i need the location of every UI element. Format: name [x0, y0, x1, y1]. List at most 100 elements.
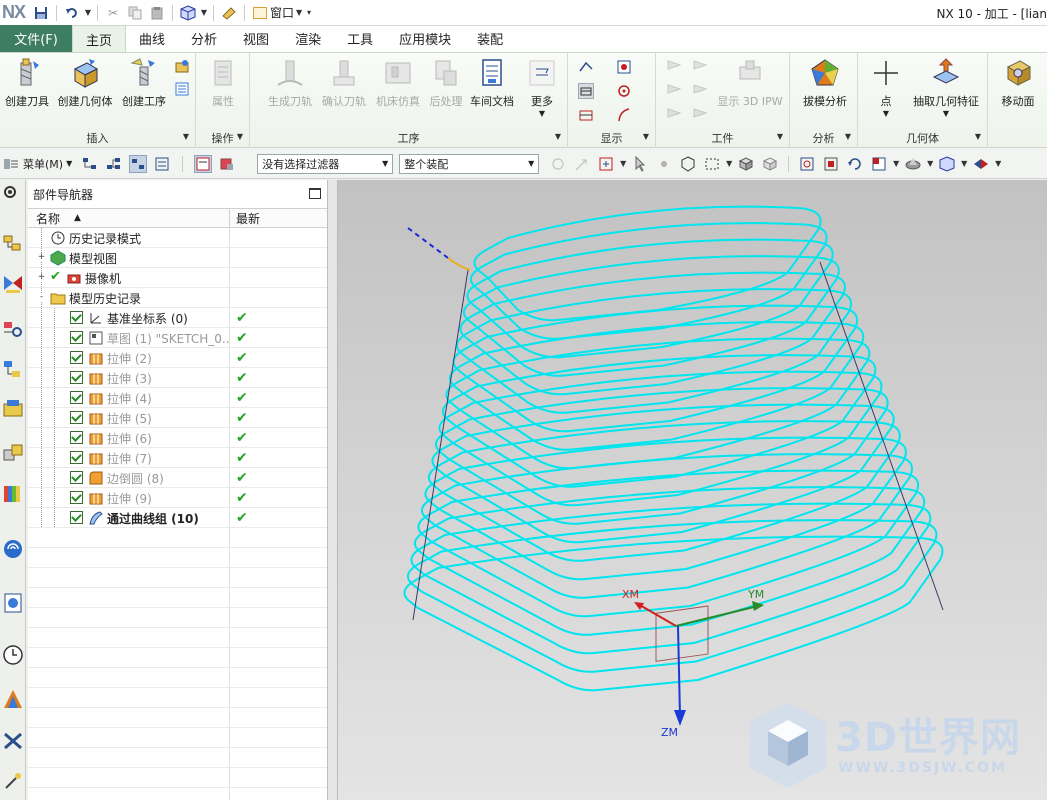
- view-dropdown-icon[interactable]: ▼: [199, 8, 209, 17]
- filter-feature-icon[interactable]: [194, 154, 213, 173]
- move-face-button[interactable]: 移动面: [996, 57, 1040, 109]
- copy-icon[interactable]: [124, 2, 146, 24]
- visibility-checkbox[interactable]: [70, 411, 83, 424]
- rect-select-dropdown-icon[interactable]: ▼: [724, 159, 734, 168]
- hexagon-icon[interactable]: [679, 155, 697, 173]
- create-tool-button[interactable]: 创建刀具: [2, 57, 52, 109]
- manufacturing-wizard-icon[interactable]: [2, 770, 24, 792]
- save-icon[interactable]: [30, 2, 52, 24]
- generate-toolpath-button[interactable]: 生成刀轨: [264, 57, 316, 109]
- rect-select-icon[interactable]: [703, 155, 721, 173]
- cube-display-dropdown-icon[interactable]: ▼: [959, 159, 969, 168]
- create-method-icon[interactable]: [174, 59, 190, 75]
- display-view-icon[interactable]: [616, 59, 632, 75]
- machine-simulation-button[interactable]: 机床仿真: [372, 57, 424, 109]
- maximize-icon[interactable]: [309, 188, 321, 199]
- show-3d-ipw-button[interactable]: 显示 3D IPW: [716, 57, 784, 109]
- tree-branch-icon[interactable]: [105, 155, 123, 173]
- visibility-checkbox[interactable]: [70, 391, 83, 404]
- tree-list-icon[interactable]: [153, 155, 171, 173]
- display-toolpath-icon[interactable]: [578, 59, 594, 75]
- tree-row[interactable]: 拉伸 (7) ✔: [28, 448, 327, 468]
- workpiece-flag5-icon[interactable]: [666, 107, 682, 123]
- tree-row[interactable]: - 模型历史记录: [28, 288, 327, 308]
- render-style-dropdown-icon[interactable]: ▼: [925, 159, 935, 168]
- tree-selected-icon[interactable]: [129, 154, 148, 173]
- tree-row[interactable]: 拉伸 (5) ✔: [28, 408, 327, 428]
- visibility-checkbox[interactable]: [70, 511, 83, 524]
- process-group-expand-icon[interactable]: ▼: [555, 132, 561, 141]
- splitter[interactable]: [328, 180, 338, 800]
- tree-view-icon[interactable]: [81, 155, 99, 173]
- visibility-checkbox[interactable]: [70, 431, 83, 444]
- window-menu[interactable]: 窗口 ▼: [253, 4, 304, 21]
- extract-geometry-button[interactable]: 抽取几何特征 ▼: [908, 57, 984, 118]
- tree-row[interactable]: 拉伸 (4) ✔: [28, 388, 327, 408]
- draft-analysis-button[interactable]: 拔模分析: [796, 57, 854, 109]
- menu-dropdown-icon[interactable]: ▼: [66, 159, 72, 168]
- customize-quick-access-icon[interactable]: ▾: [304, 8, 314, 17]
- create-program-icon[interactable]: [174, 81, 190, 97]
- geometry-group-expand-icon[interactable]: ▼: [975, 132, 981, 141]
- tab-render[interactable]: 渲染: [282, 25, 334, 52]
- tab-tools[interactable]: 工具: [334, 25, 386, 52]
- expand-icon[interactable]: +: [37, 253, 46, 262]
- operation-navigator-icon[interactable]: [2, 232, 24, 254]
- render-style-icon[interactable]: [904, 155, 922, 173]
- properties-button[interactable]: 属性: [200, 57, 246, 109]
- insert-group-expand-icon[interactable]: ▼: [183, 132, 189, 141]
- tab-application[interactable]: 应用模块: [386, 25, 464, 52]
- history-palette-icon[interactable]: [2, 592, 24, 614]
- hd3d-tools-icon[interactable]: [2, 442, 24, 464]
- more-button[interactable]: 更多 ▼: [522, 57, 562, 118]
- assembly-navigator-icon[interactable]: [2, 358, 24, 380]
- collapse-icon[interactable]: -: [37, 293, 46, 302]
- show-hide-icon[interactable]: [972, 155, 990, 173]
- tree-row[interactable]: 拉伸 (2) ✔: [28, 348, 327, 368]
- tab-curve[interactable]: 曲线: [126, 25, 178, 52]
- clock-icon[interactable]: [2, 644, 24, 666]
- tree-row[interactable]: 基准坐标系 (0) ✔: [28, 308, 327, 328]
- select-box-dropdown-icon[interactable]: ▼: [618, 159, 628, 168]
- workpiece-flag2-icon[interactable]: [692, 59, 708, 75]
- visibility-checkbox[interactable]: [70, 311, 83, 324]
- tree-row[interactable]: 拉伸 (6) ✔: [28, 428, 327, 448]
- menu-button[interactable]: 菜单(M): [23, 156, 63, 172]
- tab-view[interactable]: 视图: [230, 25, 282, 52]
- solid-icon[interactable]: [761, 155, 779, 173]
- settings-icon[interactable]: [2, 184, 24, 206]
- roles-library-icon[interactable]: [2, 482, 24, 504]
- paste-icon[interactable]: [146, 2, 168, 24]
- operation-group-expand-icon[interactable]: ▼: [237, 132, 243, 141]
- visibility-checkbox[interactable]: [70, 451, 83, 464]
- cursor-icon[interactable]: [631, 155, 649, 173]
- cube-display-icon[interactable]: [938, 155, 956, 173]
- assembly-scope-select[interactable]: 整个装配 ▼: [399, 153, 540, 174]
- tab-assembly[interactable]: 装配: [464, 25, 516, 52]
- tree-row[interactable]: 边倒圆 (8) ✔: [28, 468, 327, 488]
- workpiece-flag6-icon[interactable]: [692, 107, 708, 123]
- process-studio-icon[interactable]: [2, 730, 24, 752]
- reuse-library-icon[interactable]: [2, 398, 24, 420]
- postprocess-button[interactable]: 后处理: [424, 57, 468, 109]
- tab-home[interactable]: 主页: [72, 25, 127, 52]
- tab-analysis[interactable]: 分析: [178, 25, 230, 52]
- point-select-icon[interactable]: [655, 155, 673, 173]
- create-geometry-button[interactable]: 创建几何体: [56, 57, 114, 109]
- workpiece-flag3-icon[interactable]: [666, 83, 682, 99]
- system-materials-icon[interactable]: [2, 688, 24, 710]
- column-latest-header[interactable]: 最新: [230, 209, 327, 227]
- tree-row[interactable]: 通过曲线组 (10) ✔: [28, 508, 327, 528]
- verify-toolpath-button[interactable]: 确认刀轨: [318, 57, 370, 109]
- tree-row[interactable]: + ✔ 摄像机: [28, 268, 327, 288]
- cut-icon[interactable]: ✂: [102, 2, 124, 24]
- rotate-icon[interactable]: [846, 155, 864, 173]
- fit-view-icon[interactable]: [798, 155, 816, 173]
- touch-mode-icon[interactable]: [218, 2, 240, 24]
- selection-filter-select[interactable]: 没有选择过滤器 ▼: [257, 153, 394, 174]
- filter-body-icon[interactable]: [218, 155, 236, 173]
- tree-row[interactable]: 拉伸 (9) ✔: [28, 488, 327, 508]
- display-point-icon[interactable]: [616, 83, 632, 99]
- snap-icon[interactable]: [549, 155, 567, 173]
- zoom-icon[interactable]: [822, 155, 840, 173]
